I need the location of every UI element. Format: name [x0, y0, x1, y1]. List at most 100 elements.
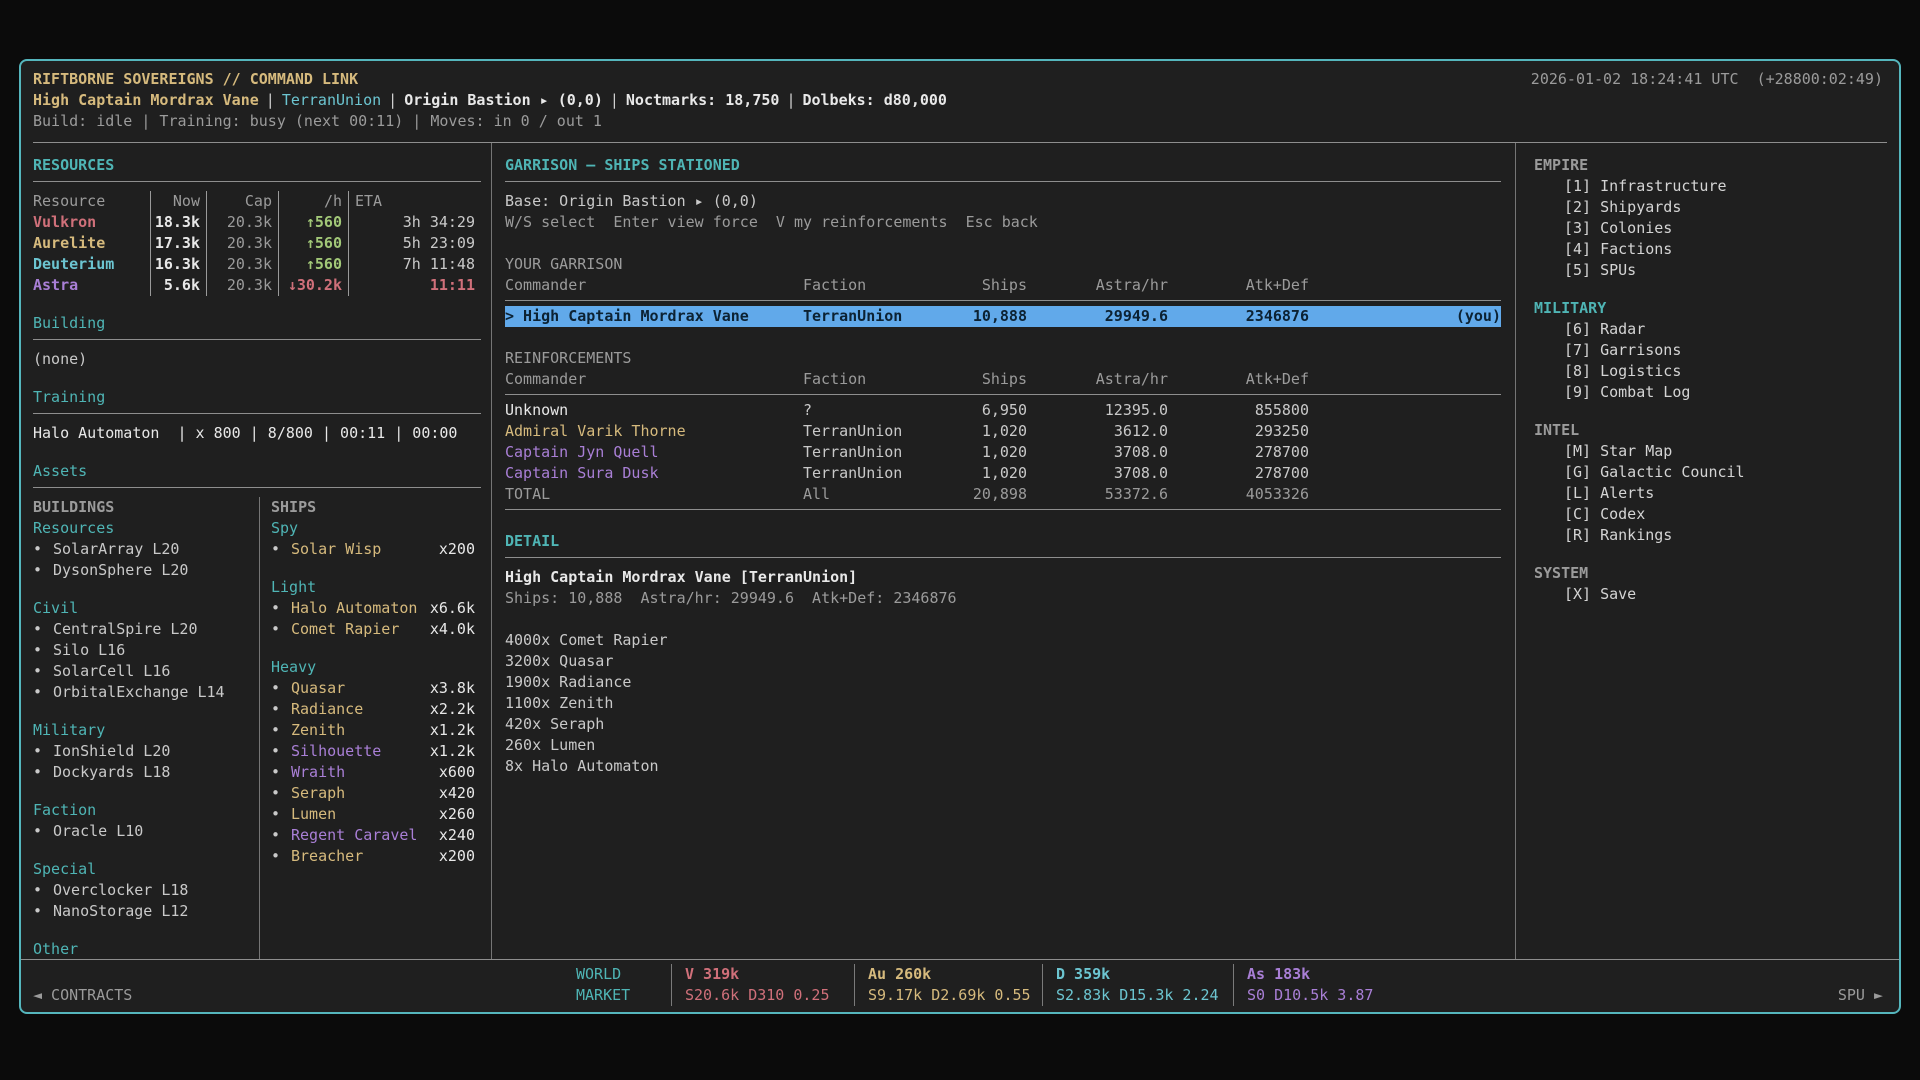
col-header-atkdef: Atk+Def [1168, 369, 1309, 390]
menu-item-shipyards[interactable]: [2]Shipyards [1534, 197, 1887, 218]
menu-item-codex[interactable]: [C]Codex [1534, 504, 1887, 525]
identity-segment: Origin Bastion ▸ (0,0) [404, 91, 603, 109]
cell-suffix [1309, 421, 1501, 442]
resources-table-body: Vulkron18.3k20.3k↑5603h 34:29Aurelite17.… [33, 212, 481, 296]
menu-item-infrastructure[interactable]: [1]Infrastructure [1534, 176, 1887, 197]
bullet-icon: • [33, 821, 53, 842]
ticker-total: As 183k [1247, 964, 1453, 985]
building-item-label: DysonSphere L20 [53, 560, 188, 581]
garrison-panel: GARRISON – SHIPS STATIONED Base: Origin … [492, 143, 1515, 959]
ship-group-title: Spy [271, 518, 475, 539]
rule [33, 413, 481, 414]
menu-item-factions[interactable]: [4]Factions [1534, 239, 1887, 260]
resource-now: 17.3k [151, 233, 207, 254]
col-header-commander: Commander [505, 275, 803, 296]
spu-pager[interactable]: SPU ► [1838, 985, 1883, 1006]
garrison-row[interactable]: > High Captain Mordrax VaneTerranUnion10… [505, 306, 1501, 327]
menu-item-star-map[interactable]: [M]Star Map [1534, 441, 1887, 462]
building-item: •Silo L16 [33, 640, 259, 661]
cell-commander: Admiral Varik Thorne [505, 421, 803, 442]
cell-suffix [1309, 400, 1501, 421]
world-market-label: WORLD MARKET [576, 964, 671, 1006]
menu-item-save[interactable]: [X]Save [1534, 584, 1887, 605]
building-item-label: IonShield L20 [53, 741, 170, 762]
menu-item-colonies[interactable]: [3]Colonies [1534, 218, 1887, 239]
building-group: Military•IonShield L20•Dockyards L18 [33, 720, 259, 783]
cell-atkdef: 293250 [1168, 421, 1309, 442]
identity-line: High Captain Mordrax Vane|TerranUnion|Or… [33, 90, 1883, 111]
identity-segment: TerranUnion [282, 91, 381, 109]
reinforcement-row[interactable]: Captain Jyn QuellTerranUnion1,0203708.02… [505, 442, 1501, 463]
ship-item: •Silhouettex1.2k [271, 741, 475, 762]
reinforcements-rows: Unknown?6,95012395.0855800Admiral Varik … [505, 400, 1501, 505]
reinforcement-row[interactable]: Captain Sura DuskTerranUnion1,0203708.02… [505, 463, 1501, 484]
menu-item-logistics[interactable]: [8]Logistics [1534, 361, 1887, 382]
resource-row: Astra5.6k20.3k↓30.2k11:11 [33, 275, 481, 296]
building-group: Civil•CentralSpire L20•Silo L16•SolarCel… [33, 598, 259, 703]
menu-item-label: Colonies [1600, 219, 1672, 237]
cell-atkdef: 2346876 [1168, 306, 1309, 327]
menu-item-key: [8] [1564, 362, 1591, 380]
ship-item-name: Solar Wisp [291, 539, 381, 560]
building-item-label: Overclocker L18 [53, 880, 188, 901]
ship-group: Light•Halo Automatonx6.6k•Comet Rapierx4… [271, 577, 475, 640]
ship-item-name: Comet Rapier [291, 619, 399, 640]
resource-cap: 20.3k [207, 275, 279, 296]
ship-group-title: Heavy [271, 657, 475, 678]
separator: | [610, 91, 619, 109]
ship-item-name: Wraith [291, 762, 345, 783]
col-header-now: Now [151, 191, 207, 212]
ship-item-name: Halo Automaton [291, 598, 417, 619]
header: RIFTBORNE SOVEREIGNS // COMMAND LINK 202… [21, 61, 1899, 138]
detail-heading: High Captain Mordrax Vane [TerranUnion] [505, 567, 1501, 588]
ship-item-count: x6.6k [430, 598, 475, 619]
market-ticker: D 359kS2.83k D15.3k 2.24 [1042, 964, 1233, 1006]
resource-cap: 20.3k [207, 254, 279, 275]
menu-item-rankings[interactable]: [R]Rankings [1534, 525, 1887, 546]
building-title: Building [33, 313, 481, 334]
ticker-detail: S0 D10.5k 3.87 [1247, 985, 1453, 1006]
ship-item-count: x1.2k [430, 741, 475, 762]
menu-item-key: [C] [1564, 505, 1591, 523]
cell-ships: 6,950 [971, 400, 1027, 421]
menu-item-galactic-council[interactable]: [G]Galactic Council [1534, 462, 1887, 483]
bullet-icon: • [33, 640, 53, 661]
building-item-label: OrbitalExchange L14 [53, 682, 225, 703]
detail-composition-line: 420x Seraph [505, 714, 1501, 735]
rule [505, 181, 1501, 182]
menu-item-radar[interactable]: [6]Radar [1534, 319, 1887, 340]
bullet-icon: • [271, 720, 291, 741]
bullet-icon: • [271, 678, 291, 699]
resources-title: RESOURCES [33, 155, 481, 176]
col-header-rate: /h [279, 191, 349, 212]
menu-item-key: [X] [1564, 585, 1591, 603]
building-item: •Overclocker L18 [33, 880, 259, 901]
rule [33, 487, 481, 488]
ships-list: Spy•Solar Wispx200Light•Halo Automatonx6… [271, 518, 475, 867]
menu-item-key: [5] [1564, 261, 1591, 279]
menu-item-garrisons[interactable]: [7]Garrisons [1534, 340, 1887, 361]
menu-section-intel: INTEL[M]Star Map[G]Galactic Council[L]Al… [1534, 420, 1887, 546]
detail-title: DETAIL [505, 531, 1501, 552]
menu-item-combat-log[interactable]: [9]Combat Log [1534, 382, 1887, 403]
cell-ships: 1,020 [971, 442, 1027, 463]
reinforcement-row[interactable]: Unknown?6,95012395.0855800 [505, 400, 1501, 421]
menu-item-spus[interactable]: [5] SPUs [1534, 260, 1887, 281]
menu-item-alerts[interactable]: [L]Alerts [1534, 483, 1887, 504]
menu-item-label: SPUs [1600, 261, 1636, 279]
training-title: Training [33, 387, 481, 408]
separator: | [388, 91, 397, 109]
cell-atkdef: 4053326 [1168, 484, 1309, 505]
contracts-pager[interactable]: ◄ CONTRACTS [33, 985, 576, 1006]
resource-row: Deuterium16.3k20.3k↑5607h 11:48 [33, 254, 481, 275]
reinforcement-row[interactable]: Admiral Varik ThorneTerranUnion1,0203612… [505, 421, 1501, 442]
world-market-line2: MARKET [576, 985, 671, 1006]
detail-composition-line: 1900x Radiance [505, 672, 1501, 693]
separator: | [786, 91, 795, 109]
menu-item-label: Rankings [1600, 526, 1672, 544]
building-group-title: Other [33, 939, 259, 959]
cell-commander: Captain Sura Dusk [505, 463, 803, 484]
footer-spacer [1453, 964, 1838, 1006]
your-garrison-title: YOUR GARRISON [505, 254, 1501, 275]
cell-faction: TerranUnion [803, 421, 971, 442]
